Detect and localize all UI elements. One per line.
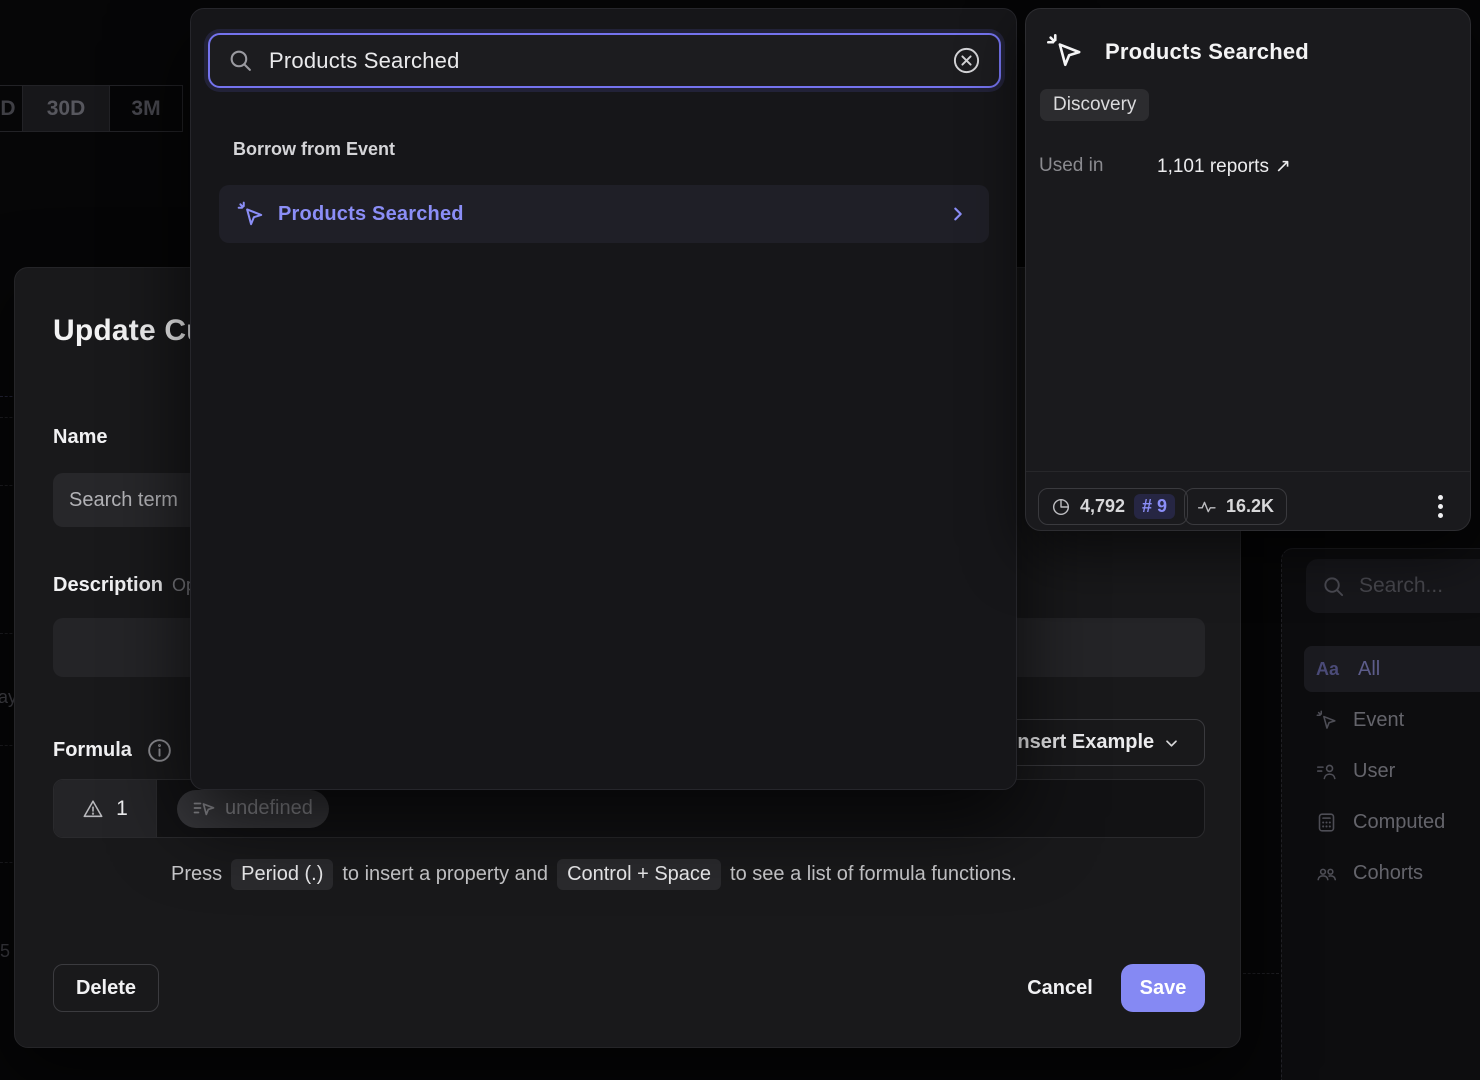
chart-gridline [1243, 973, 1279, 974]
delete-button[interactable]: Delete [53, 964, 159, 1012]
used-in-row: Used in 1,101 reports ↗ [1039, 155, 1291, 178]
chevron-down-icon [1164, 736, 1179, 751]
property-chip-label: undefined [225, 797, 313, 820]
error-count: 1 [116, 797, 128, 821]
insert-example-label: Insert Example [1012, 731, 1154, 754]
event-icon [1046, 33, 1083, 70]
calculator-icon [1316, 812, 1337, 833]
sidebar-item-all[interactable]: Aa All [1304, 646, 1480, 692]
time-range-selector: D 30D 3M [0, 85, 183, 132]
sidebar-item-label: Computed [1353, 811, 1445, 834]
kbd-control-space: Control + Space [557, 859, 721, 890]
kbd-period: Period (.) [231, 859, 333, 890]
event-detail-card: Products Searched Discovery Used in 1,10… [1025, 8, 1471, 531]
formula-label: Formula [53, 739, 132, 762]
sidebar-item-computed[interactable]: Computed [1304, 799, 1480, 845]
popup-search-value: Products Searched [269, 48, 936, 74]
popup-search-input[interactable]: Products Searched [208, 33, 1001, 88]
sidebar-search-input[interactable]: Search... [1306, 559, 1480, 613]
event-result-label: Products Searched [278, 203, 935, 226]
formula-error-counter: 1 [54, 780, 157, 837]
modal-title: Update Cu [53, 314, 205, 348]
property-type-sidebar: Search... Aa All Event User Computed Coh… [1281, 548, 1480, 1080]
app-root: D 30D 3M lay 5 Search... Aa All Event Us… [0, 0, 1480, 1080]
clear-search-button[interactable] [952, 46, 981, 75]
search-icon [228, 48, 253, 73]
borrow-from-event-header: Borrow from Event [233, 139, 395, 160]
warning-icon [82, 798, 104, 820]
cancel-button[interactable]: Cancel [1015, 964, 1105, 1012]
event-result-row[interactable]: Products Searched [219, 185, 989, 243]
property-search-popup: Products Searched Borrow from Event Prod… [190, 8, 1017, 790]
sidebar-item-cohorts[interactable]: Cohorts [1304, 850, 1480, 896]
event-count: 4,792 [1080, 496, 1125, 517]
event-count-pill[interactable]: 4,792 # 9 [1038, 488, 1188, 525]
property-chip[interactable]: undefined [177, 790, 329, 828]
x-circle-icon [952, 46, 981, 75]
activity-pulse-icon [1197, 497, 1217, 517]
name-label: Name [53, 426, 107, 449]
used-in-reports-link[interactable]: 1,101 reports ↗ [1157, 155, 1291, 178]
chart-tick-fragment: 5 [0, 941, 10, 962]
time-range-7d[interactable]: D [0, 86, 23, 131]
external-arrow-icon: ↗ [1275, 155, 1291, 178]
event-icon [237, 201, 264, 228]
insert-example-button[interactable]: Insert Example [986, 719, 1205, 766]
event-card-footer: 4,792 # 9 16.2K [1026, 471, 1470, 532]
time-range-30d[interactable]: 30D [23, 86, 110, 131]
formula-help-text: Press Period (.) to insert a property an… [171, 859, 1017, 890]
save-button[interactable]: Save [1121, 964, 1205, 1012]
category-badge: Discovery [1040, 89, 1149, 121]
kebab-menu-button[interactable] [1424, 490, 1456, 522]
search-icon [1322, 575, 1345, 598]
sidebar-item-user[interactable]: User [1304, 748, 1480, 794]
sidebar-item-label: Cohorts [1353, 862, 1423, 885]
sidebar-search-placeholder: Search... [1359, 574, 1443, 598]
event-card-title: Products Searched [1105, 39, 1309, 65]
time-range-3m[interactable]: 3M [110, 86, 183, 131]
event-icon [1316, 710, 1337, 731]
name-input-value: Search term [69, 489, 178, 512]
sidebar-item-label: Event [1353, 709, 1404, 732]
text-type-icon: Aa [1316, 659, 1342, 680]
event-card-header: Products Searched [1046, 33, 1309, 70]
sidebar-item-label: User [1353, 760, 1395, 783]
chevron-right-icon [949, 205, 967, 223]
used-in-label: Used in [1039, 155, 1157, 178]
sidebar-item-label: All [1358, 658, 1380, 681]
user-icon [1316, 761, 1337, 782]
event-rank-badge: # 9 [1134, 494, 1175, 519]
info-icon[interactable] [146, 737, 173, 764]
pie-chart-icon [1051, 497, 1071, 517]
event-volume: 16.2K [1226, 496, 1274, 517]
event-volume-pill[interactable]: 16.2K [1184, 488, 1287, 525]
cohorts-icon [1316, 863, 1337, 884]
sidebar-item-event[interactable]: Event [1304, 697, 1480, 743]
event-property-icon [193, 800, 215, 818]
